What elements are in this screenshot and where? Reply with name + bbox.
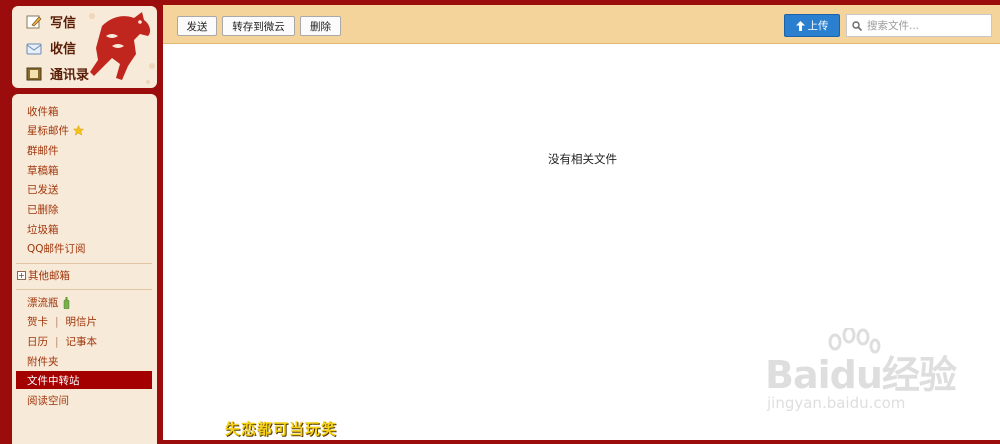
bottle-icon [63, 296, 70, 309]
separator: | [55, 315, 59, 328]
folder-inbox-label: 收件箱 [27, 106, 59, 118]
folder-notepad[interactable]: 记事本 [66, 334, 98, 349]
folder-divider [16, 263, 152, 264]
folder-drafts-label: 草稿箱 [27, 165, 59, 177]
arrow-up-icon [795, 20, 805, 31]
folder-spam[interactable]: 垃圾箱 [27, 222, 59, 237]
folder-drift-bottle-label: 漂流瓶 [27, 297, 59, 309]
folder-subscriptions[interactable]: QQ邮件订阅 [27, 241, 86, 256]
pencil-icon [26, 14, 42, 30]
folder-file-transfer[interactable]: 文件中转站 [16, 371, 152, 389]
send-button[interactable]: 发送 [177, 16, 217, 36]
folder-list: 收件箱 星标邮件 群邮件 草稿箱 已发送 已删除 垃圾箱 QQ邮件订阅 + 其他… [12, 94, 157, 444]
folder-calendar-row: 日历 | 记事本 [27, 334, 97, 349]
folder-starred-label: 星标邮件 [27, 125, 69, 137]
watermark-logo: Baidu经验 [765, 353, 957, 397]
folder-drafts[interactable]: 草稿箱 [27, 163, 59, 178]
folder-deleted-label: 已删除 [27, 204, 59, 216]
folder-cards-row: 贺卡 | 明信片 [27, 314, 97, 329]
folder-group[interactable]: 群邮件 [27, 143, 59, 158]
folder-reading-space-label: 阅读空间 [27, 395, 69, 407]
address-book-icon [26, 66, 42, 82]
upload-button[interactable]: 上传 [784, 14, 840, 37]
compose-label: 写信 [50, 16, 77, 31]
folder-spam-label: 垃圾箱 [27, 224, 59, 236]
folder-inbox[interactable]: 收件箱 [27, 104, 59, 119]
search-input[interactable] [865, 18, 987, 33]
horse-papercut-icon [89, 12, 155, 84]
folder-group-label: 群邮件 [27, 145, 59, 157]
delete-button[interactable]: 删除 [300, 16, 341, 36]
folder-reading-space[interactable]: 阅读空间 [27, 393, 69, 408]
folder-sent[interactable]: 已发送 [27, 182, 59, 197]
search-icon [852, 20, 862, 31]
folder-drift-bottle[interactable]: 漂流瓶 [27, 295, 70, 310]
contacts-label: 通讯录 [50, 68, 90, 83]
search-box [846, 14, 992, 37]
folder-deleted[interactable]: 已删除 [27, 202, 59, 217]
folder-calendar[interactable]: 日历 [27, 334, 48, 349]
inbox-button[interactable]: 收信 [26, 38, 76, 57]
promo-link[interactable]: 失恋都可当玩笑 [225, 418, 337, 439]
empty-state-message: 没有相关文件 [548, 152, 617, 166]
folder-greeting-card[interactable]: 贺卡 [27, 314, 48, 329]
folder-postcard[interactable]: 明信片 [66, 314, 98, 329]
folder-file-transfer-label: 文件中转站 [27, 374, 80, 387]
watermark-url: jingyan.baidu.com [767, 394, 906, 412]
save-to-cloud-button[interactable]: 转存到微云 [222, 16, 295, 36]
compose-button[interactable]: 写信 [26, 12, 76, 31]
inbox-label: 收信 [50, 42, 77, 57]
folder-subscriptions-label: QQ邮件订阅 [27, 243, 86, 255]
folder-attachments-label: 附件夹 [27, 356, 59, 368]
star-icon [73, 125, 84, 136]
folder-starred[interactable]: 星标邮件 [27, 123, 84, 138]
envelope-icon [26, 40, 42, 56]
folder-divider [16, 289, 152, 290]
toolbar: 发送 转存到微云 删除 上传 [163, 5, 1000, 44]
folder-sent-label: 已发送 [27, 184, 59, 196]
folder-other-mailboxes[interactable]: + 其他邮箱 [17, 268, 70, 283]
main-content: 发送 转存到微云 删除 上传 没有相关文件 Baidu经验 jin [163, 5, 1000, 440]
separator: | [55, 335, 59, 348]
folder-other-mailboxes-label: 其他邮箱 [28, 270, 70, 282]
contacts-button[interactable]: 通讯录 [26, 64, 89, 83]
folder-attachments[interactable]: 附件夹 [27, 354, 59, 369]
quick-actions-panel: 写信 收信 通讯录 [12, 6, 157, 88]
upload-label: 上传 [807, 20, 829, 32]
expand-plus-icon[interactable]: + [17, 271, 26, 280]
baidu-watermark: Baidu经验 jingyan.baidu.com [765, 328, 965, 423]
